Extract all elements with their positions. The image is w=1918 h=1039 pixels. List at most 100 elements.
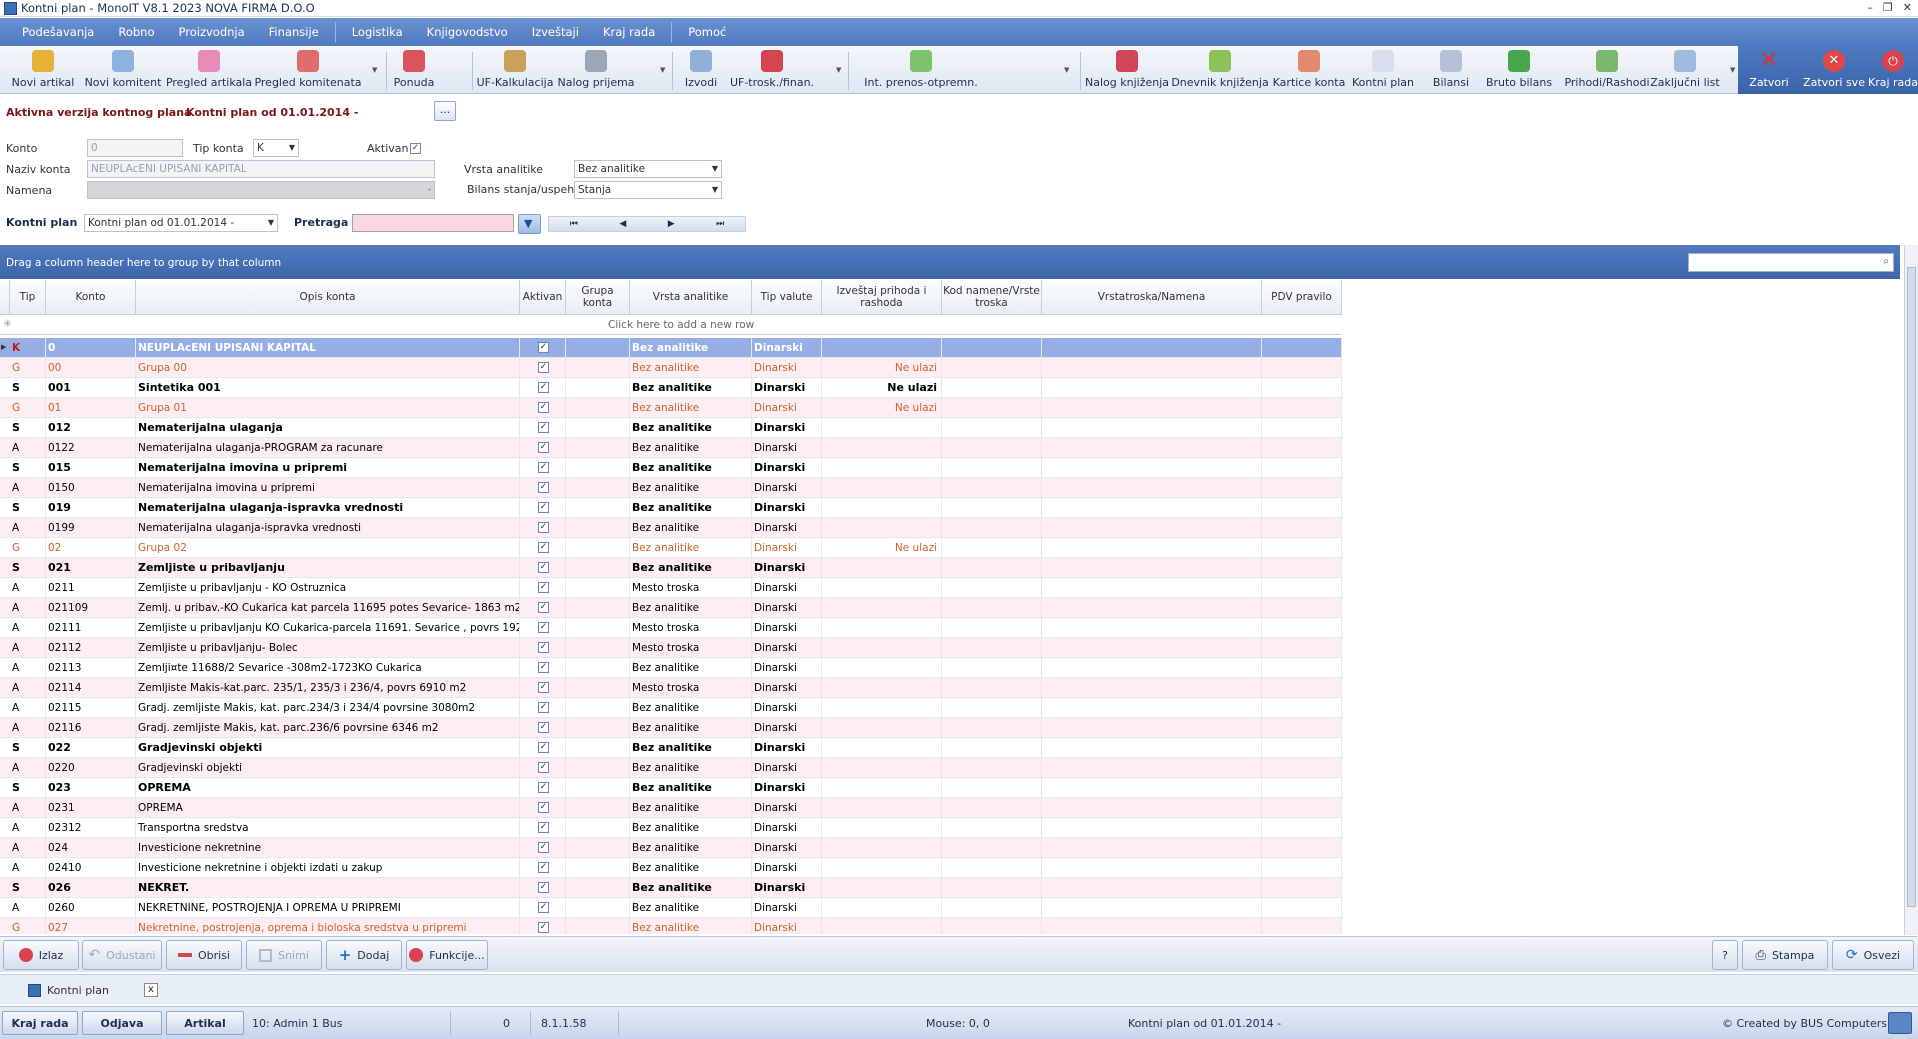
- help-button[interactable]: ?: [1712, 940, 1738, 970]
- toolbar-receipt-order-button[interactable]: Nalog prijema: [557, 48, 635, 92]
- grid-search-input[interactable]: ⌕: [1688, 253, 1894, 272]
- table-row[interactable]: G 027 Nekretnine, postrojenja, oprema i bi…: [0, 918, 1342, 934]
- kontni-plan-select[interactable]: Kontni plan od 01.01.2014 - ▼: [84, 214, 278, 232]
- vertical-scrollbar[interactable]: [1904, 245, 1918, 935]
- sync-icon[interactable]: [1888, 1012, 1912, 1034]
- last-record-icon[interactable]: ⏭: [716, 219, 724, 229]
- table-row[interactable]: A 02115 Gradj. zemljiste Makis, kat. parc.…: [0, 698, 1342, 718]
- tab-close-icon[interactable]: x: [144, 983, 158, 997]
- aktivan-row-checkbox[interactable]: ✓: [538, 402, 549, 413]
- kraj-rada-status-button[interactable]: Kraj rada: [2, 1011, 78, 1035]
- odustani-button[interactable]: ↶ Odustani: [82, 940, 162, 970]
- column-header-11[interactable]: PDV pravilo: [1262, 280, 1342, 315]
- aktivan-row-checkbox[interactable]: ✓: [538, 482, 549, 493]
- scroll-thumb[interactable]: [1907, 267, 1916, 907]
- aktivan-row-checkbox[interactable]: ✓: [538, 362, 549, 373]
- obrisi-button[interactable]: Obrisi: [166, 940, 242, 970]
- next-record-icon[interactable]: ▶: [668, 219, 675, 229]
- column-header-4[interactable]: Aktivan: [520, 280, 566, 315]
- toolbar-person-add-button[interactable]: Novi komitent: [84, 48, 162, 92]
- aktivan-checkbox[interactable]: ✓: [410, 143, 421, 154]
- dodaj-button[interactable]: + Dodaj: [326, 940, 402, 970]
- aktivan-row-checkbox[interactable]: ✓: [538, 462, 549, 473]
- table-row[interactable]: A 02112 Zemljiste u pribavljanju- Bolec Mes…: [0, 638, 1342, 658]
- menu-finansije[interactable]: Finansije: [257, 18, 331, 46]
- zatvori-sve-button[interactable]: ✕ Zatvori sve: [1803, 48, 1865, 92]
- toolbar-closing-sheet-button[interactable]: Zaključni list: [1650, 48, 1720, 92]
- table-row[interactable]: A 02410 Investicione nekretnine i objekti …: [0, 858, 1342, 878]
- select-plan-button[interactable]: ...: [434, 101, 456, 121]
- tab-kontni-plan[interactable]: Kontni plan x: [28, 979, 158, 1001]
- aktivan-row-checkbox[interactable]: ✓: [538, 582, 549, 593]
- toolbar-journal-button[interactable]: Dnevnik knjiženja: [1171, 48, 1269, 92]
- aktivan-row-checkbox[interactable]: ✓: [538, 742, 549, 753]
- aktivan-row-checkbox[interactable]: ✓: [538, 682, 549, 693]
- aktivan-row-checkbox[interactable]: ✓: [538, 542, 549, 553]
- chevron-down-icon[interactable]: ▼: [660, 66, 665, 74]
- table-row[interactable]: A 0122 Nematerijalna ulaganja-PROGRAM za r…: [0, 438, 1342, 458]
- prev-record-icon[interactable]: ◀: [619, 219, 626, 229]
- aktivan-row-checkbox[interactable]: ✓: [538, 622, 549, 633]
- table-row[interactable]: S 015 Nematerijalna imovina u pripremi Bez …: [0, 458, 1342, 478]
- aktivan-row-checkbox[interactable]: ✓: [538, 382, 549, 393]
- column-header-9[interactable]: Kod namene/Vrste troska: [942, 280, 1042, 315]
- snimi-button[interactable]: Snimi: [246, 940, 322, 970]
- table-row[interactable]: A 0260 NEKRETNINE, POSTROJENJA I OPREMA U …: [0, 898, 1342, 918]
- add-new-row[interactable]: Click here to add a new row ✳: [0, 315, 1342, 335]
- chevron-down-icon[interactable]: ▼: [1730, 66, 1735, 74]
- aktivan-row-checkbox[interactable]: ✓: [538, 702, 549, 713]
- toolbar-gross-balance-button[interactable]: Bruto bilans: [1484, 48, 1554, 92]
- menu-pomoc[interactable]: Pomoć: [676, 18, 738, 46]
- toolbar-balances-button[interactable]: Bilansi: [1428, 48, 1474, 92]
- column-header-1[interactable]: Tip: [10, 280, 46, 315]
- column-header-5[interactable]: Grupa konta: [566, 280, 630, 315]
- table-row[interactable]: A 024 Investicione nekretnine Bez analitike…: [0, 838, 1342, 858]
- menu-proizvodnja[interactable]: Proizvodnja: [167, 18, 257, 46]
- restore-icon[interactable]: ❐: [1883, 1, 1893, 14]
- namena-field[interactable]: -: [87, 181, 435, 199]
- aktivan-row-checkbox[interactable]: ✓: [538, 922, 549, 933]
- table-row[interactable]: S 001 Sintetika 001 Bez analitike Dinarski Ne…: [0, 378, 1342, 398]
- toolbar-statements-button[interactable]: Izvodi: [682, 48, 720, 92]
- artikal-button[interactable]: Artikal: [166, 1011, 244, 1035]
- table-row[interactable]: A 0231 OPREMA Bez analitike Dinarski ✓: [0, 798, 1342, 818]
- toolbar-costs-button[interactable]: UF-trosk./finan.: [730, 48, 814, 92]
- aktivan-row-checkbox[interactable]: ✓: [538, 442, 549, 453]
- toolbar-account-cards-button[interactable]: Kartice konta: [1273, 48, 1345, 92]
- aktivan-row-checkbox[interactable]: ✓: [538, 882, 549, 893]
- menu-podesavanja[interactable]: Podešavanja: [10, 18, 106, 46]
- aktivan-row-checkbox[interactable]: ✓: [538, 762, 549, 773]
- filter-button[interactable]: ▼: [518, 214, 541, 234]
- menu-knjigovodstvo[interactable]: Knjigovodstvo: [415, 18, 520, 46]
- table-row[interactable]: S 022 Gradjevinski objekti Bez analitike Din…: [0, 738, 1342, 758]
- table-row[interactable]: G 02 Grupa 02 Bez analitike Dinarski Ne ulazi…: [0, 538, 1342, 558]
- table-row[interactable]: A 02116 Gradj. zemljiste Makis, kat. parc.…: [0, 718, 1342, 738]
- column-header-2[interactable]: Konto: [46, 280, 136, 315]
- aktivan-row-checkbox[interactable]: ✓: [538, 822, 549, 833]
- aktivan-row-checkbox[interactable]: ✓: [538, 662, 549, 673]
- aktivan-row-checkbox[interactable]: ✓: [538, 522, 549, 533]
- menu-logistika[interactable]: Logistika: [340, 18, 415, 46]
- pretraga-input[interactable]: [352, 214, 514, 232]
- toolbar-clients-button[interactable]: Pregled komitenata: [254, 48, 362, 92]
- table-row[interactable]: A 0211 Zemljiste u pribavljanju - KO Ostru…: [0, 578, 1342, 598]
- column-header-7[interactable]: Tip valute: [752, 280, 822, 315]
- toolbar-offer-button[interactable]: Ponuda: [392, 48, 436, 92]
- chevron-down-icon[interactable]: ▼: [1064, 66, 1069, 74]
- izlaz-button[interactable]: Izlaz: [3, 940, 79, 970]
- aktivan-row-checkbox[interactable]: ✓: [538, 562, 549, 573]
- table-row[interactable]: S 021 Zemljiste u pribavljanju Bez analitik…: [0, 558, 1342, 578]
- aktivan-row-checkbox[interactable]: ✓: [538, 722, 549, 733]
- toolbar-chart-of-accounts-button[interactable]: Kontni plan: [1350, 48, 1416, 92]
- toolbar-booking-order-button[interactable]: Nalog knjiženja: [1085, 48, 1169, 92]
- menu-kraj-rada[interactable]: Kraj rada: [591, 18, 667, 46]
- bilans-select[interactable]: Stanja ▼: [574, 181, 722, 199]
- column-header-6[interactable]: Vrsta analitike: [630, 280, 752, 315]
- aktivan-row-checkbox[interactable]: ✓: [538, 782, 549, 793]
- aktivan-row-checkbox[interactable]: ✓: [538, 802, 549, 813]
- naziv-konta-field[interactable]: NEUPLAcENI UPISANI KAPITAL: [87, 160, 435, 178]
- close-window-icon[interactable]: ✕: [1903, 1, 1912, 14]
- aktivan-row-checkbox[interactable]: ✓: [538, 602, 549, 613]
- column-header-10[interactable]: Vrstatroska/Namena: [1042, 280, 1262, 315]
- konto-field[interactable]: 0: [87, 139, 183, 157]
